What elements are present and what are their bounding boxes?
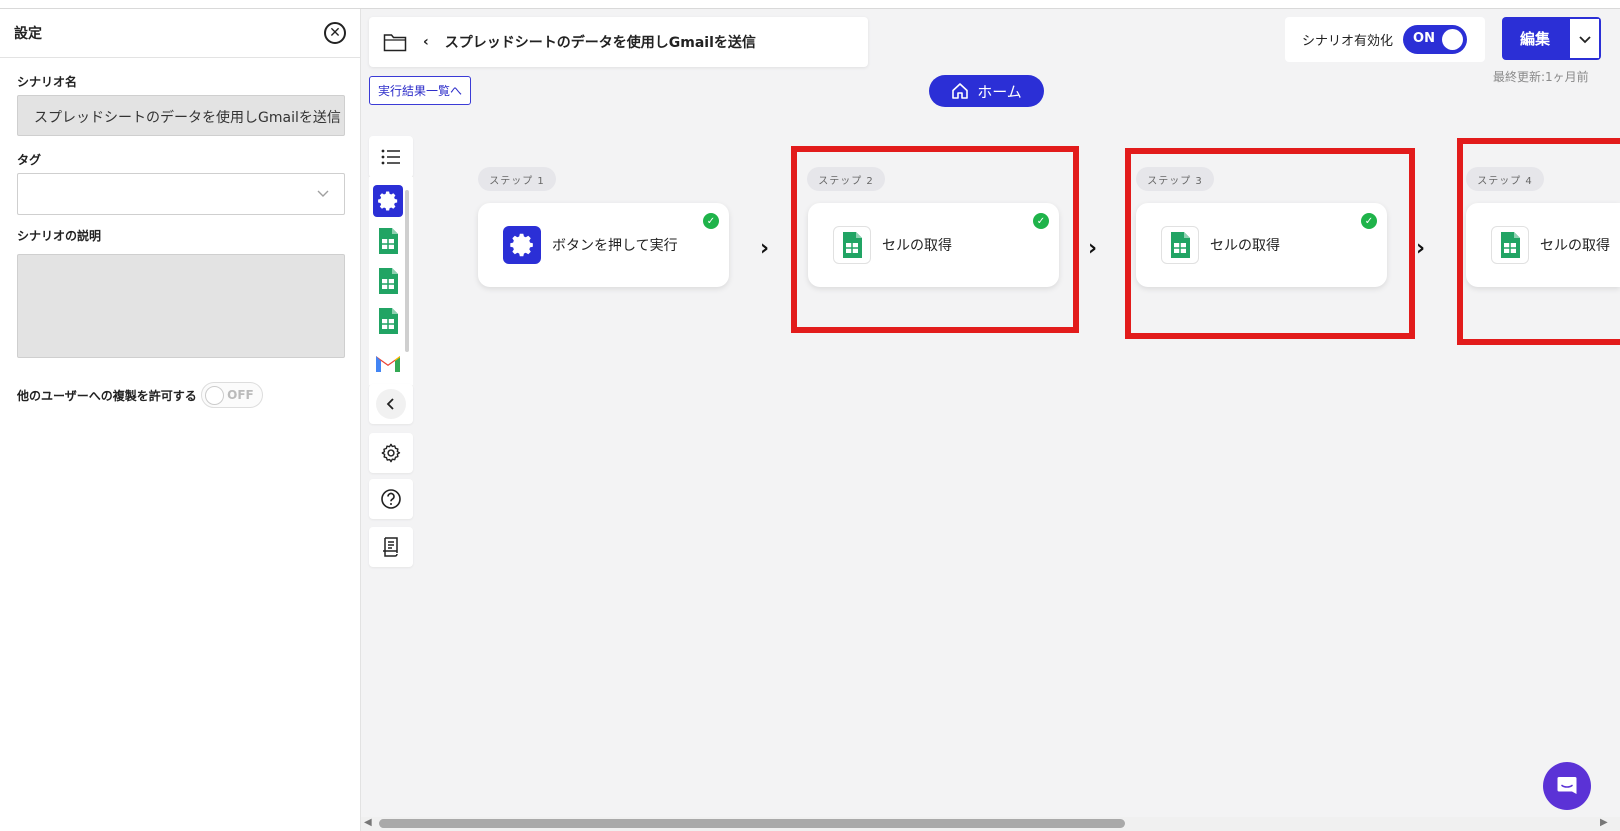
top-border (0, 0, 1620, 9)
step-1-card[interactable]: ボタンを押して実行 ✓ (478, 203, 729, 287)
highlight-box-3 (1125, 148, 1415, 339)
chevron-left-icon (376, 389, 406, 419)
mini-step-5[interactable] (373, 347, 403, 379)
step-list-toggle[interactable] (369, 136, 413, 178)
step-1-name: ボタンを押して実行 (552, 238, 678, 254)
tag-label: タグ (17, 153, 42, 167)
google-sheets-icon (379, 268, 398, 294)
help-icon (381, 489, 401, 509)
gear-icon (378, 191, 398, 211)
home-icon (952, 83, 969, 99)
home-label: ホーム (977, 82, 1022, 101)
chevron-down-icon (317, 190, 329, 197)
toggle-state: ON (1413, 31, 1435, 46)
settings-title: 設定 (14, 26, 42, 42)
toggle-state: OFF (227, 388, 254, 402)
log-button[interactable] (369, 527, 413, 567)
scroll-left-icon[interactable]: ◀ (364, 817, 372, 828)
scenario-enable-label: シナリオ有効化 (1302, 34, 1394, 49)
results-list-link[interactable]: 実行結果一覧へ (369, 76, 471, 105)
check-icon: ✓ (703, 213, 719, 229)
mini-step-4[interactable] (373, 305, 403, 337)
home-button[interactable]: ホーム (929, 75, 1044, 107)
folder-icon[interactable] (383, 32, 407, 52)
list-icon (381, 149, 400, 165)
edit-button[interactable]: 編集 (1502, 17, 1568, 60)
highlight-box-2 (791, 146, 1079, 333)
scenario-enable-toggle[interactable]: ON (1403, 25, 1468, 54)
edit-dropdown-button[interactable] (1568, 17, 1601, 60)
mini-step-3[interactable] (373, 265, 403, 297)
edit-button-group: 編集 (1502, 17, 1601, 60)
last-updated: 最終更新:1ヶ月前 (1493, 70, 1589, 84)
chevron-down-icon (1578, 35, 1591, 43)
scenario-enable-box: シナリオ有効化 ON (1285, 17, 1485, 62)
google-sheets-icon (379, 308, 398, 334)
tag-select[interactable] (17, 173, 345, 215)
close-icon[interactable]: ✕ (324, 22, 346, 44)
scenario-title: スプレッドシートのデータを使用しGmailを送信 (444, 35, 756, 51)
mini-step-1[interactable] (373, 185, 403, 217)
back-icon[interactable]: ‹ (417, 34, 435, 50)
description-textarea[interactable] (17, 254, 345, 358)
gear-icon (381, 443, 401, 463)
toggle-knob (204, 386, 224, 405)
scroll-right-icon[interactable]: ▶ (1600, 817, 1608, 828)
step-list-scrollbar[interactable] (405, 190, 409, 352)
chevron-right-icon: › (1088, 236, 1098, 261)
gear-icon (503, 226, 541, 264)
collapse-button[interactable] (369, 384, 413, 424)
scenario-name-input[interactable]: スプレッドシートのデータを使用しGmailを送信 (17, 95, 345, 136)
copy-permission-toggle[interactable]: OFF (200, 382, 263, 408)
scenario-name-label: シナリオ名 (17, 75, 78, 89)
settings-button[interactable] (369, 433, 413, 473)
gmail-icon (376, 356, 400, 372)
toggle-knob (1442, 29, 1464, 50)
chevron-right-icon: › (1416, 236, 1426, 261)
chevron-right-icon: › (760, 236, 770, 261)
copy-permission-label: 他のユーザーへの複製を許可する (17, 388, 197, 403)
description-label: シナリオの説明 (17, 229, 102, 243)
help-button[interactable] (369, 479, 413, 519)
document-icon (383, 537, 398, 557)
scenario-title-bar: ‹ スプレッドシートのデータを使用しGmailを送信 (369, 17, 868, 67)
google-sheets-icon (379, 228, 398, 254)
copy-permission-row: 他のユーザーへの複製を許可する OFF (17, 382, 263, 408)
highlight-box-4 (1457, 138, 1620, 345)
mini-step-2[interactable] (373, 225, 403, 257)
horizontal-scroll-thumb[interactable] (379, 819, 1125, 828)
settings-header: 設定 ✕ (0, 9, 360, 58)
chat-icon (1557, 777, 1577, 794)
chat-launcher-button[interactable] (1543, 762, 1591, 810)
settings-panel: 設定 ✕ シナリオ名 スプレッドシートのデータを使用しGmailを送信 タグ シ… (0, 9, 361, 831)
step-1-pill: ステップ 1 (478, 167, 556, 191)
